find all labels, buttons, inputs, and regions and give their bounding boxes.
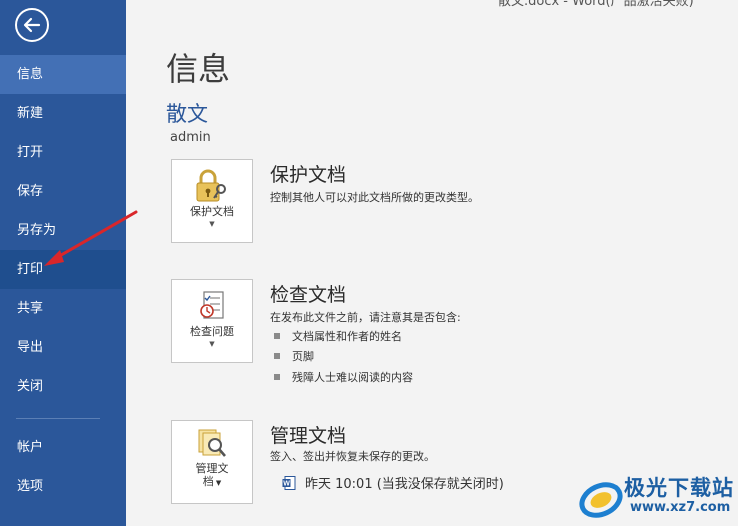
bullet-icon <box>274 353 280 359</box>
check-issues-button[interactable]: 检查问题 ▼ <box>171 279 253 363</box>
manage-documents-icon <box>198 429 226 457</box>
inspect-document-desc: 在发布此文件之前，请注意其是否包含: <box>270 311 461 324</box>
nav-item-close[interactable]: 关闭 <box>0 367 126 406</box>
chevron-down-icon: ▼ <box>209 340 215 348</box>
watermark-url: www.xz7.com <box>630 500 731 515</box>
list-item-text: 页脚 <box>292 350 314 363</box>
window-title: 散文.docx - Word(产品激活失败) <box>498 0 694 9</box>
manage-label-line1: 管理文 <box>195 462 229 475</box>
protect-document-button-label: 保护文档 <box>190 205 234 218</box>
manage-document-desc: 签入、签出并恢复未保存的更改。 <box>270 450 435 463</box>
version-text: 昨天 10:01 (当我没保存就关闭时) <box>305 477 504 492</box>
nav-item-options[interactable]: 选项 <box>0 467 126 506</box>
autosave-version-item[interactable]: W 昨天 10:01 (当我没保存就关闭时) <box>282 473 504 492</box>
document-author: admin <box>170 130 211 145</box>
list-item: 页脚 <box>274 348 314 364</box>
document-name: 散文 <box>166 102 208 126</box>
nav-item-open[interactable]: 打开 <box>0 133 126 172</box>
checklist-icon <box>200 291 224 319</box>
list-item: 文档属性和作者的姓名 <box>274 328 402 344</box>
nav-item-account[interactable]: 帐户 <box>0 428 126 467</box>
manage-document-title: 管理文档 <box>270 425 347 447</box>
check-issues-button-label: 检查问题 <box>190 325 234 338</box>
nav-item-share[interactable]: 共享 <box>0 289 126 328</box>
manage-document-button-label: 管理文档 ▼ <box>195 462 229 488</box>
lock-key-icon <box>196 169 226 202</box>
nav-item-print[interactable]: 打印 <box>0 250 126 289</box>
nav-item-info[interactable]: 信息 <box>0 55 126 94</box>
back-arrow-icon <box>23 17 41 33</box>
protect-document-button[interactable]: 保护文档 ▼ <box>171 159 253 243</box>
manage-label-line2: 档 <box>202 475 214 488</box>
list-item: 残障人士难以阅读的内容 <box>274 369 413 385</box>
manage-document-button[interactable]: 管理文档 ▼ <box>171 420 253 504</box>
list-item-text: 文档属性和作者的姓名 <box>292 330 402 343</box>
nav-divider <box>16 418 100 419</box>
nav-item-new[interactable]: 新建 <box>0 94 126 133</box>
watermark-text: 极光下载站 <box>624 476 734 500</box>
bullet-icon <box>274 374 280 380</box>
nav-item-export[interactable]: 导出 <box>0 328 126 367</box>
protect-document-desc: 控制其他人可以对此文档所做的更改类型。 <box>270 191 479 204</box>
chevron-down-icon: ▼ <box>209 220 215 228</box>
backstage-sidebar: 信息 新建 打开 保存 另存为 打印 共享 导出 关闭 帐户 选项 <box>0 0 126 526</box>
word-document-icon: W <box>282 475 296 490</box>
page-title: 信息 <box>166 50 231 88</box>
nav-item-save-as[interactable]: 另存为 <box>0 211 126 250</box>
svg-text:W: W <box>283 480 290 487</box>
nav-item-save[interactable]: 保存 <box>0 172 126 211</box>
protect-document-title: 保护文档 <box>270 164 347 186</box>
watermark: 极光下载站 www.xz7.com <box>578 470 738 526</box>
back-button[interactable] <box>15 8 49 42</box>
list-item-text: 残障人士难以阅读的内容 <box>292 371 413 384</box>
inspect-document-title: 检查文档 <box>270 284 347 306</box>
bullet-icon <box>274 333 280 339</box>
watermark-logo-icon <box>579 482 623 518</box>
